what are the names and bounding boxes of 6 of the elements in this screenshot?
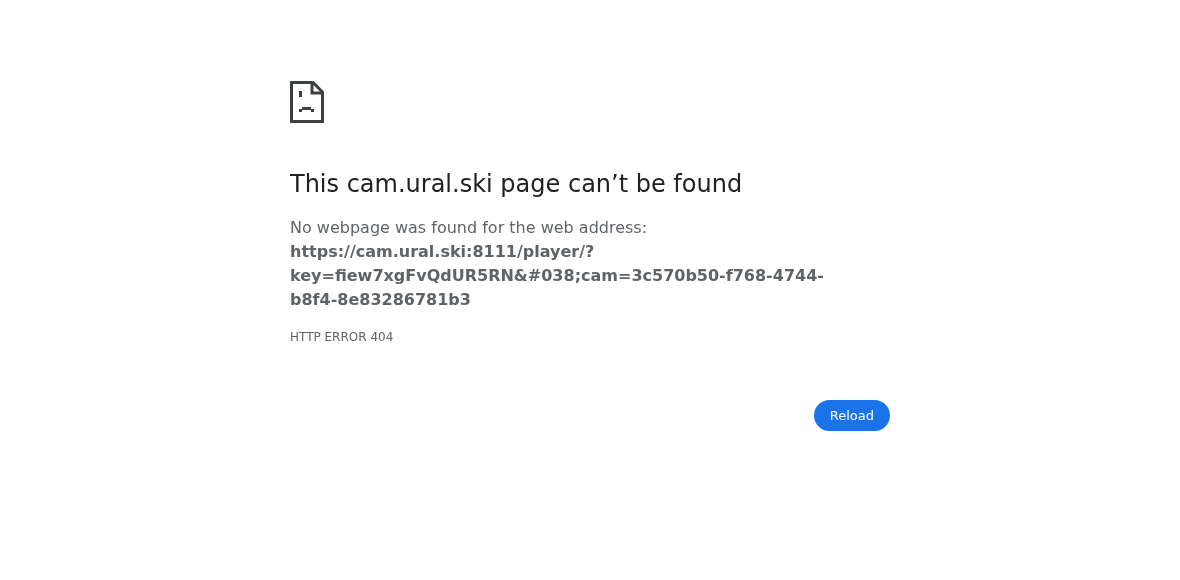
error-code: HTTP ERROR 404 (290, 329, 395, 345)
reload-button[interactable]: Reload (813, 400, 890, 431)
error-description: No webpage was found for the web address: (290, 217, 649, 239)
sad-page-icon (290, 81, 324, 123)
web-address: https://cam.ural.ski:8111/player/?key=fiew7xgFvQdUR5RN&#038;cam=3c570b50-f768-4744-b8f4-8e83286781b3 (290, 241, 825, 311)
error-title: This cam.ural.ski page can’t be found (290, 169, 744, 199)
